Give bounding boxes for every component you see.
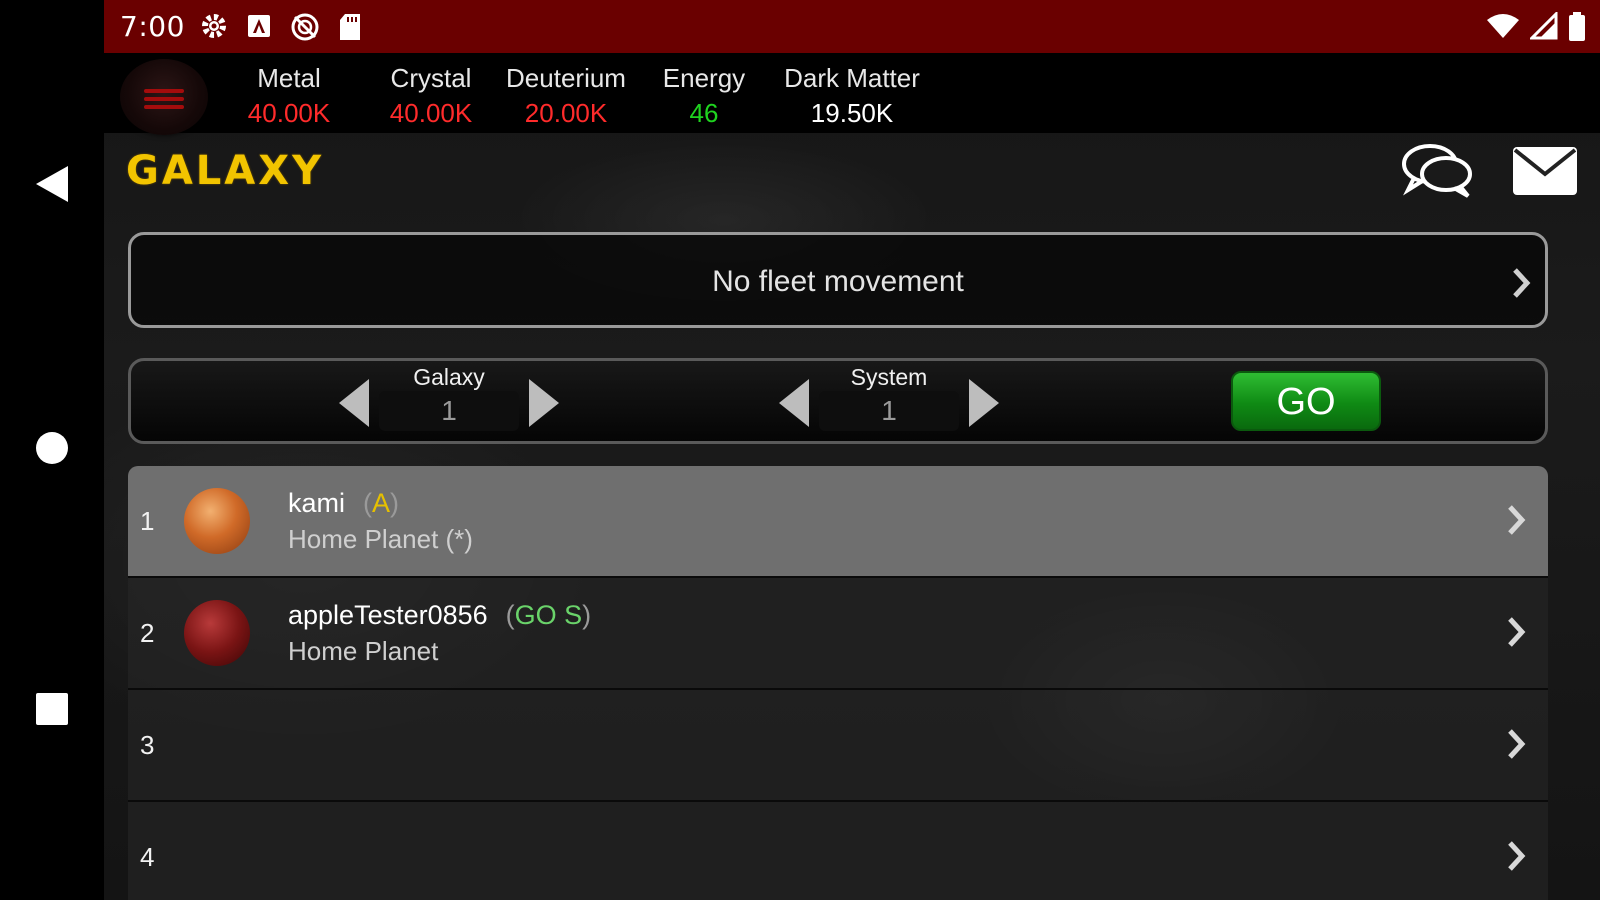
resource-dark-matter: Dark Matter 19.50K — [772, 63, 932, 129]
list-item[interactable]: 3 — [128, 690, 1548, 802]
alliance-tag: (GO S) — [505, 600, 592, 630]
resource-deuterium: Deuterium 20.00K — [496, 63, 636, 129]
android-nav-bar — [0, 0, 104, 900]
galaxy-next-button[interactable] — [527, 377, 561, 433]
chevron-right-icon — [1506, 616, 1526, 652]
galaxy-input[interactable]: 1 — [379, 391, 519, 431]
home-circle-icon[interactable] — [0, 430, 104, 466]
system-next-button[interactable] — [967, 377, 1001, 433]
sd-card-icon — [338, 12, 362, 46]
planet-positions-list: 1 kami (A) Home Planet (*) 2 appleTester0… — [128, 466, 1548, 900]
position-number: 2 — [140, 618, 155, 648]
resource-energy: Energy 46 — [644, 63, 764, 129]
gear-icon — [200, 12, 228, 46]
planet-avatar — [184, 488, 250, 554]
battery-icon — [1568, 12, 1586, 46]
position-number: 1 — [140, 506, 155, 536]
system-label: System — [850, 364, 928, 390]
position-number: 3 — [140, 730, 155, 760]
no-sync-icon — [290, 12, 320, 46]
resource-value: 40.00K — [247, 98, 331, 128]
chat-icon[interactable] — [1400, 142, 1476, 204]
player-name: appleTester0856 — [288, 600, 488, 630]
planet-name: Home Planet (*) — [288, 524, 473, 554]
alliance-tag: (A) — [363, 488, 400, 518]
chevron-right-icon — [1511, 267, 1531, 303]
recents-square-icon[interactable] — [0, 692, 104, 726]
resource-label: Dark Matter — [784, 63, 920, 93]
signal-icon — [1528, 10, 1558, 46]
wifi-icon — [1486, 12, 1520, 46]
resource-crystal: Crystal 40.00K — [366, 63, 496, 129]
player-name: kami — [288, 488, 346, 518]
resource-value: 20.00K — [524, 98, 608, 128]
status-bar: 7:00 — [104, 0, 1600, 53]
resource-value: 46 — [689, 98, 719, 128]
chevron-right-icon — [1506, 840, 1526, 876]
chevron-right-icon — [1506, 504, 1526, 540]
mail-icon[interactable] — [1512, 146, 1578, 200]
go-button[interactable]: GO — [1231, 371, 1381, 431]
fleet-movement-panel[interactable]: No fleet movement — [128, 232, 1548, 328]
resource-metal: Metal 40.00K — [224, 63, 354, 129]
status-time: 7:00 — [120, 10, 185, 43]
galaxy-prev-button[interactable] — [337, 377, 371, 433]
fleet-movement-text: No fleet movement — [712, 265, 964, 298]
system-input[interactable]: 1 — [819, 391, 959, 431]
planet-avatar — [184, 600, 250, 666]
resource-label: Deuterium — [506, 63, 626, 93]
a-box-icon — [246, 12, 272, 46]
hamburger-menu-button[interactable] — [120, 59, 208, 135]
resource-bar: Metal 40.00K Crystal 40.00K Deuterium 20… — [104, 53, 1600, 135]
position-number: 4 — [140, 842, 155, 872]
system-prev-button[interactable] — [777, 377, 811, 433]
back-triangle-icon[interactable] — [0, 164, 104, 204]
player-name-line: kami (A) — [288, 488, 399, 519]
chevron-right-icon — [1506, 728, 1526, 764]
page-title: Galaxy — [126, 148, 325, 194]
resource-label: Energy — [662, 63, 746, 93]
player-name-line: appleTester0856 (GO S) — [288, 600, 591, 631]
planet-name: Home Planet — [288, 636, 439, 666]
list-item[interactable]: 1 kami (A) Home Planet (*) — [128, 466, 1548, 578]
resource-value: 40.00K — [389, 98, 473, 128]
resource-label: Metal — [257, 63, 321, 93]
app-screen: 7:00 Metal 40.00K Crystal 40.00K Deuteri… — [104, 0, 1600, 900]
list-item[interactable]: 4 — [128, 802, 1548, 900]
galaxy-system-navigator: Galaxy 1 System 1 GO — [128, 358, 1548, 444]
galaxy-label: Galaxy — [413, 364, 485, 390]
list-item[interactable]: 2 appleTester0856 (GO S) Home Planet — [128, 578, 1548, 690]
resource-label: Crystal — [390, 63, 472, 93]
resource-value: 19.50K — [810, 98, 894, 128]
